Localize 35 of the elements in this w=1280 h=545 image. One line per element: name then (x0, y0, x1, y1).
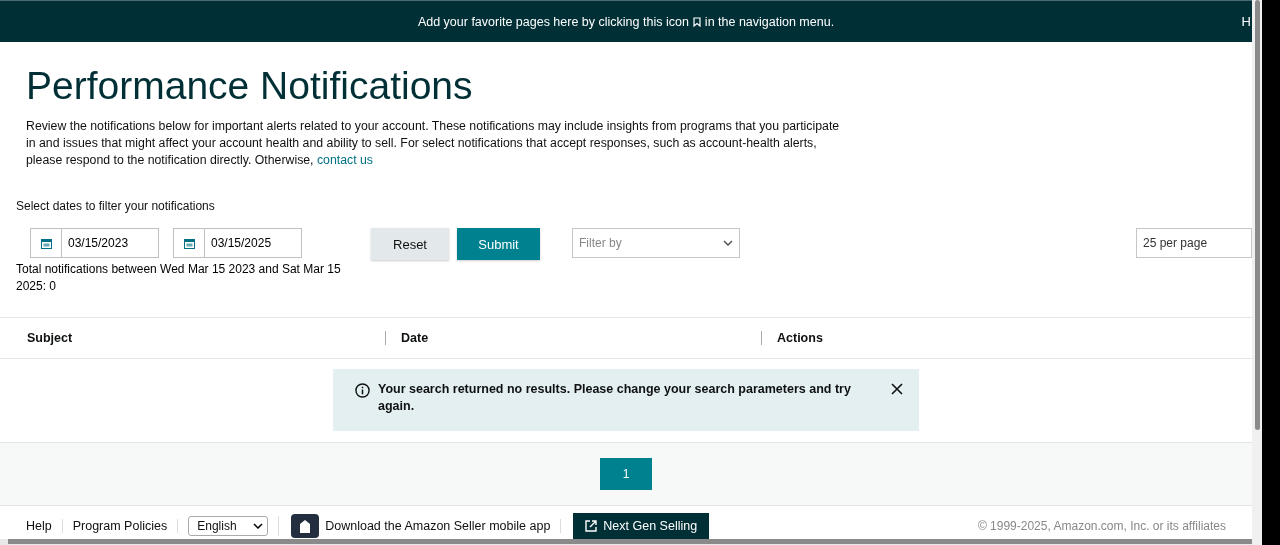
filter-dropdown[interactable]: Filter by (572, 228, 740, 258)
chevron-down-icon (253, 523, 264, 529)
app-download-link[interactable]: Download the Amazon Seller mobile app (325, 519, 562, 533)
banner-edge-text: H (1241, 14, 1251, 29)
submit-button[interactable]: Submit (457, 228, 540, 260)
external-link-icon (585, 520, 598, 532)
filter-label: Select dates to filter your notifications (16, 199, 216, 213)
contact-link[interactable]: contact us (316, 153, 374, 167)
page-title: Performance Notifications (26, 64, 474, 108)
page-button[interactable]: 1 (600, 458, 652, 490)
reset-button[interactable]: Reset (371, 228, 449, 260)
calendar-icon (183, 237, 195, 249)
footer-link[interactable]: Help (26, 519, 63, 533)
horizontal-scrollbar[interactable] (0, 539, 1252, 545)
page-description: Review the notifications below for important alerts related to your account. These notifications may include insights from programs that you participate in and issues that might affect your account health and ability to sell. For select notifications that accept responses, such as account-health alerts, please respond to the notification directly. Otherwise, contact us (26, 118, 841, 169)
next-gen-selling-button[interactable]: Next Gen Selling (573, 513, 710, 539)
banner-text: Add your favorite pages here by clicking this icon in the navigation menu. (417, 14, 835, 29)
app-icon[interactable] (291, 514, 320, 538)
info-icon (355, 383, 370, 398)
chevron-down-icon (723, 240, 733, 246)
total-count: Total notifications between Wed Mar 15 2023 and Sat Mar 15 2025: 0 (16, 261, 342, 295)
alert-message: Your search returned no results. Please change your search parameters and try again. (378, 381, 852, 415)
column-header: Actions (761, 331, 1161, 345)
footer-link[interactable]: Program Policies (62, 519, 179, 533)
vertical-scrollbar[interactable] (1252, 0, 1262, 545)
copyright-text: © 1999-2025, Amazon.com, Inc. or its affiliates (977, 519, 1226, 533)
end-date-field[interactable]: 03/15/2025 (173, 228, 302, 258)
column-header: Date (385, 331, 761, 345)
close-button[interactable] (891, 383, 903, 395)
start-date-field[interactable]: 03/15/2023 (30, 228, 159, 258)
column-header: Subject (26, 331, 74, 345)
language-select[interactable]: English (188, 516, 269, 536)
calendar-icon (40, 237, 52, 249)
bookmark-icon (692, 16, 701, 27)
per-page-dropdown[interactable]: 25 per page (1136, 228, 1252, 258)
